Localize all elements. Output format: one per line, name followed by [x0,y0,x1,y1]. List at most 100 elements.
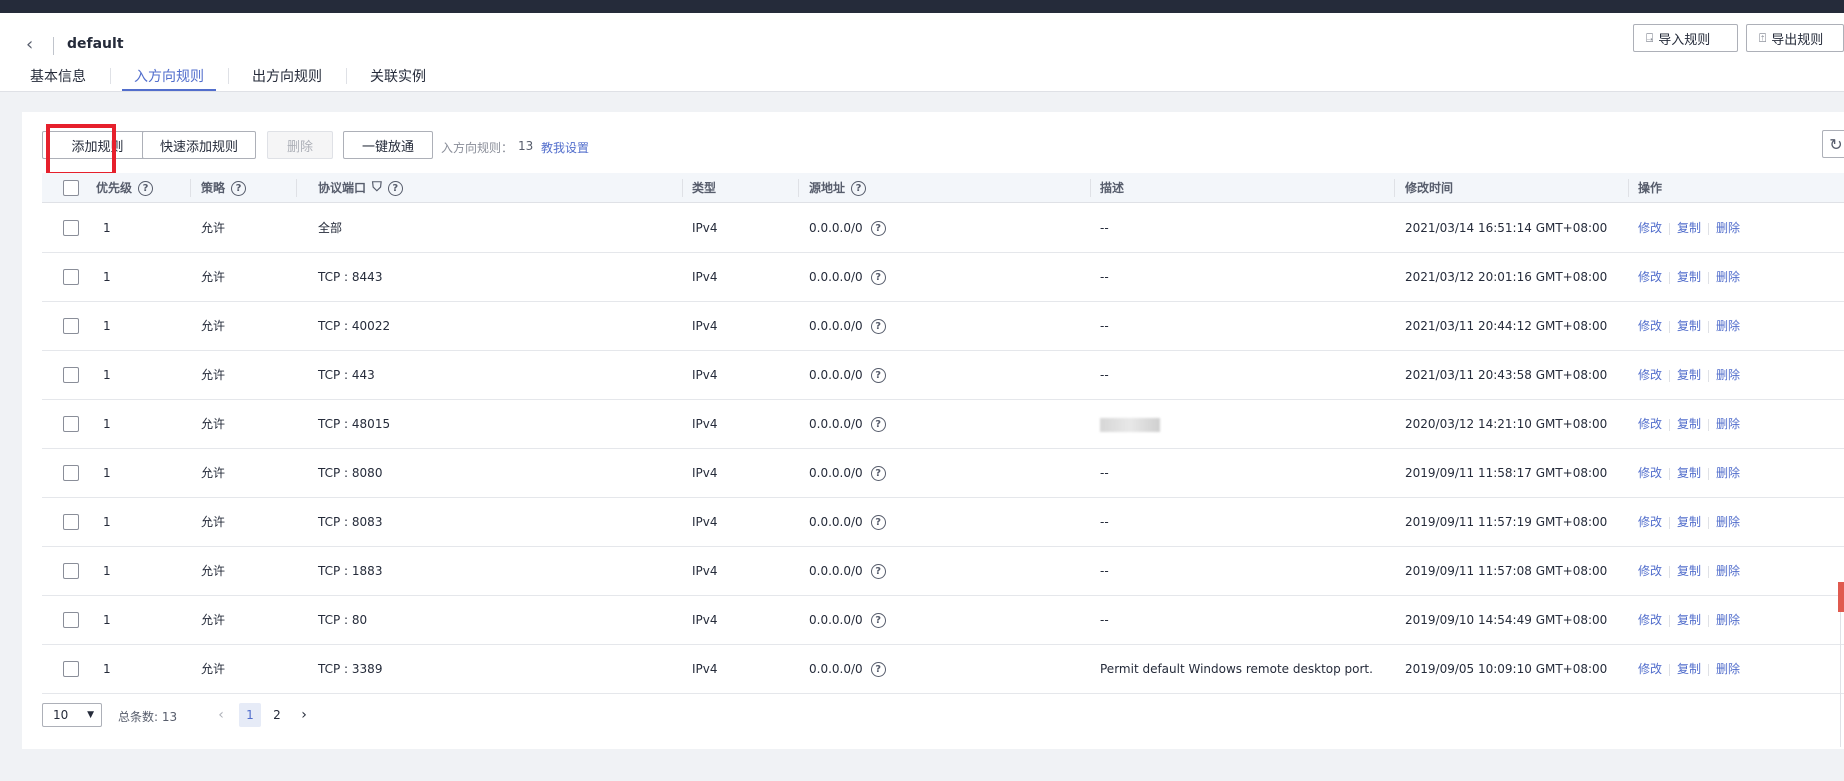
edit-link[interactable]: 修改 [1638,547,1662,596]
delete-link[interactable]: 删除 [1716,449,1740,498]
delete-link[interactable]: 删除 [1716,547,1740,596]
select-all-checkbox[interactable] [63,180,79,196]
copy-link[interactable]: 复制 [1677,302,1701,351]
cell-source: 0.0.0.0/0? [809,351,886,400]
chevron-left-icon[interactable]: ‹ [26,35,46,55]
row-checkbox[interactable] [63,367,79,383]
help-icon[interactable]: ? [870,515,886,530]
copy-link[interactable]: 复制 [1677,204,1701,253]
help-icon[interactable]: ? [870,221,886,236]
help-icon[interactable]: ? [231,180,247,196]
row-checkbox[interactable] [63,563,79,579]
row-checkbox[interactable] [63,465,79,481]
cell-actions: 修改 复制 删除 [1638,498,1740,547]
delete-link[interactable]: 删除 [1716,351,1740,400]
help-icon[interactable]: ? [870,564,886,579]
delete-link[interactable]: 删除 [1716,645,1740,694]
row-checkbox[interactable] [63,318,79,334]
copy-link[interactable]: 复制 [1677,400,1701,449]
cell-source: 0.0.0.0/0? [809,302,886,351]
help-icon[interactable]: ? [387,180,403,196]
action-divider [1669,320,1671,333]
edit-link[interactable]: 修改 [1638,498,1662,547]
edit-link[interactable]: 修改 [1638,204,1662,253]
table-header: 优先级 ? 策略 ? 协议端口 ⛉ ? 类型 源地址 ? 描述 修改时间 操作 [42,173,1844,203]
top-bar [0,0,1844,13]
edit-link[interactable]: 修改 [1638,351,1662,400]
cell-protocol-port: TCP : 8080 [318,466,383,480]
row-checkbox[interactable] [63,514,79,530]
edit-link[interactable]: 修改 [1638,596,1662,645]
refresh-icon[interactable]: ↻ [1822,130,1844,158]
cell-description: -- [1100,368,1109,382]
help-link[interactable]: 教我设置 [541,139,589,156]
tab-basic-info[interactable]: 基本信息 [30,63,86,105]
prev-page-icon[interactable]: ‹ [210,703,232,727]
export-icon: ⍐ [1759,30,1767,45]
import-rules-button[interactable]: ⍈ 导入规则 [1633,24,1738,52]
action-divider [1669,271,1671,284]
copy-link[interactable]: 复制 [1677,596,1701,645]
row-checkbox[interactable] [63,661,79,677]
copy-link[interactable]: 复制 [1677,645,1701,694]
delete-link[interactable]: 删除 [1716,302,1740,351]
copy-link[interactable]: 复制 [1677,449,1701,498]
copy-link[interactable]: 复制 [1677,498,1701,547]
next-page-icon[interactable]: › [293,703,315,727]
copy-link[interactable]: 复制 [1677,351,1701,400]
allow-all-button[interactable]: 一键放通 [343,131,433,159]
edit-link[interactable]: 修改 [1638,645,1662,694]
cell-description-wrap: Permit default Windows remote desktop po… [1100,645,1373,694]
cell-description: -- [1100,564,1109,578]
page-1-button[interactable]: 1 [239,703,261,727]
quick-add-rule-button[interactable]: 快速添加规则 [142,131,256,159]
row-checkbox[interactable] [63,612,79,628]
edit-link[interactable]: 修改 [1638,302,1662,351]
column-policy-label: 策略 [201,181,226,195]
delete-link[interactable]: 删除 [1716,253,1740,302]
cell-description-wrap: -- [1100,302,1109,351]
filter-icon[interactable]: ⛉ [372,173,382,203]
copy-link[interactable]: 复制 [1677,253,1701,302]
copy-link[interactable]: 复制 [1677,547,1701,596]
export-rules-button[interactable]: ⍐ 导出规则 [1746,24,1844,52]
add-rule-button[interactable]: 添加规则 [42,131,153,159]
side-panel-tab[interactable] [1838,582,1844,612]
delete-link[interactable]: 删除 [1716,400,1740,449]
column-modified-label: 修改时间 [1405,181,1454,195]
action-divider [1708,271,1710,284]
tab-outbound-rules[interactable]: 出方向规则 [252,63,322,105]
column-divider [1628,179,1629,197]
tab-associated-instances[interactable]: 关联实例 [370,63,426,105]
edit-link[interactable]: 修改 [1638,253,1662,302]
page-2-button[interactable]: 2 [266,703,288,727]
delete-link[interactable]: 删除 [1716,204,1740,253]
help-icon[interactable]: ? [870,270,886,285]
delete-link[interactable]: 删除 [1716,498,1740,547]
help-icon[interactable]: ? [870,662,886,677]
tab-inbound-rules[interactable]: 入方向规则 [122,63,216,105]
delete-button[interactable]: 删除 [267,131,333,159]
row-checkbox[interactable] [63,220,79,236]
help-icon[interactable]: ? [870,417,886,432]
row-checkbox[interactable] [63,269,79,285]
cell-source-value: 0.0.0.0/0 [809,270,863,284]
help-icon[interactable]: ? [851,180,867,196]
page-size-select[interactable]: 10 ▼ [42,703,102,727]
action-divider [1708,614,1710,627]
cell-source-value: 0.0.0.0/0 [809,319,863,333]
column-modified: 修改时间 [1405,173,1453,203]
help-icon[interactable]: ? [870,613,886,628]
row-checkbox[interactable] [63,416,79,432]
help-icon[interactable]: ? [138,180,154,196]
edit-link[interactable]: 修改 [1638,400,1662,449]
delete-link[interactable]: 删除 [1716,596,1740,645]
edit-link[interactable]: 修改 [1638,449,1662,498]
help-icon[interactable]: ? [870,319,886,334]
cell-modified: 2020/03/12 14:21:10 GMT+08:00 [1405,417,1608,431]
table-row: 1 允许 全部 IPv4 0.0.0.0/0? -- 2021/03/14 16:51:14… [42,204,1844,253]
cell-modified: 2019/09/11 11:58:17 GMT+08:00 [1405,466,1608,480]
column-policy: 策略 ? [201,173,247,203]
help-icon[interactable]: ? [870,466,886,481]
help-icon[interactable]: ? [870,368,886,383]
